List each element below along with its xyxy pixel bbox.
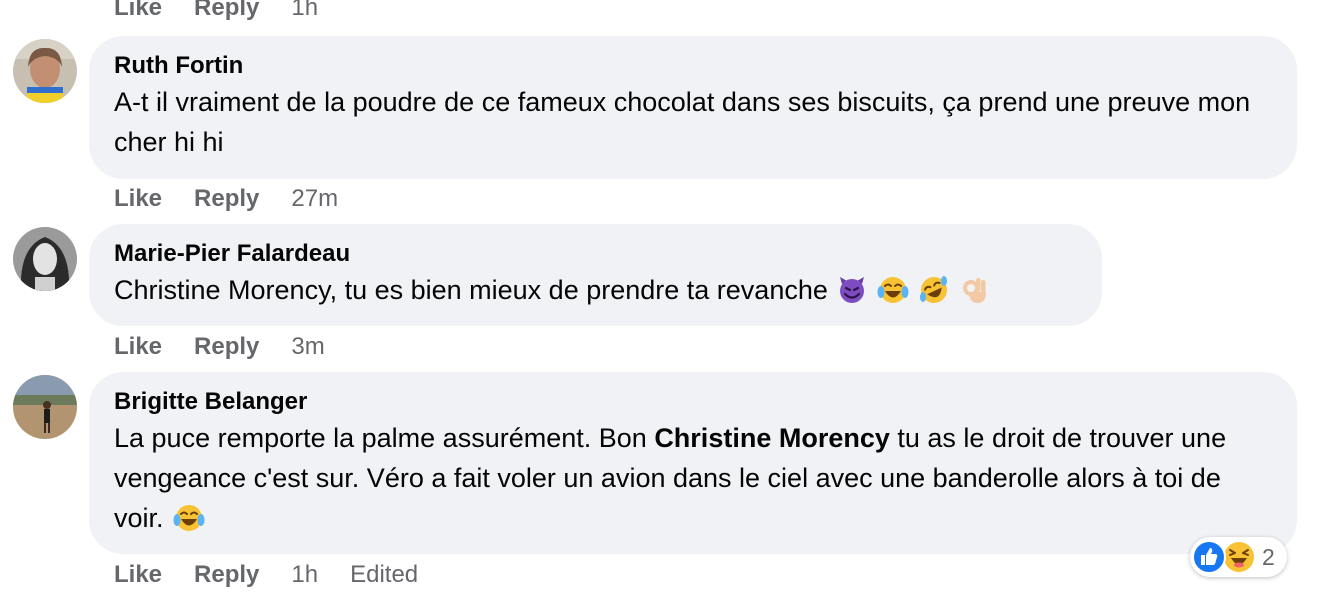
comment-actions: Like Reply 3m [114, 333, 325, 361]
like-button[interactable]: Like [114, 333, 162, 361]
comment-timestamp[interactable]: 1h [291, 0, 318, 22]
edited-label[interactable]: Edited [350, 561, 418, 589]
haha-reaction-icon [1222, 540, 1256, 574]
comment-text: Christine Morency, tu es bien mieux de p… [114, 270, 1078, 316]
avatar[interactable] [13, 227, 77, 291]
comment-text-content: Christine Morency, tu es bien mieux de p… [114, 275, 828, 305]
comment-actions: Like Reply 27m [114, 185, 338, 213]
comment-text-content: La puce remporte la palme assurément. Bo… [114, 423, 647, 453]
avatar[interactable] [13, 39, 77, 103]
comment-actions: Like Reply 1h Edited [114, 561, 418, 589]
tears-of-joy-icon [877, 275, 909, 316]
reaction-count: 2 [1262, 543, 1275, 570]
rolling-laughing-icon [918, 275, 950, 316]
comment-author[interactable]: Ruth Fortin [114, 51, 1273, 81]
comment-timestamp[interactable]: 27m [291, 185, 338, 213]
like-reaction-icon [1192, 540, 1226, 574]
avatar[interactable] [13, 375, 77, 439]
mention-link[interactable]: Christine Morency [654, 423, 890, 453]
comment-text: La puce remporte la palme assurément. Bo… [114, 418, 1273, 544]
reply-button[interactable]: Reply [194, 333, 259, 361]
reply-button[interactable]: Reply [194, 0, 259, 22]
like-button[interactable]: Like [114, 0, 162, 22]
comment-author[interactable]: Brigitte Belanger [114, 387, 1273, 417]
comment-author[interactable]: Marie-Pier Falardeau [114, 239, 1078, 269]
comment-timestamp[interactable]: 3m [291, 333, 324, 361]
comment-timestamp[interactable]: 1h [291, 561, 318, 589]
comment-text: A-t il vraiment de la poudre de ce fameu… [114, 87, 1251, 157]
like-button[interactable]: Like [114, 185, 162, 213]
reply-button[interactable]: Reply [194, 561, 259, 589]
smiling-devil-icon [837, 275, 867, 316]
like-button[interactable]: Like [114, 561, 162, 589]
tears-of-joy-icon [173, 503, 205, 544]
comment-bubble: Marie-Pier Falardeau Christine Morency, … [89, 224, 1102, 326]
comment-bubble: Brigitte Belanger La puce remporte la pa… [89, 372, 1297, 554]
comment-bubble: Ruth Fortin A-t il vraiment de la poudre… [89, 36, 1297, 179]
reaction-summary[interactable]: 2 [1190, 537, 1287, 577]
reply-button[interactable]: Reply [194, 185, 259, 213]
comment-actions-top: Like Reply 1h [114, 0, 318, 22]
ok-hand-icon [960, 275, 990, 316]
